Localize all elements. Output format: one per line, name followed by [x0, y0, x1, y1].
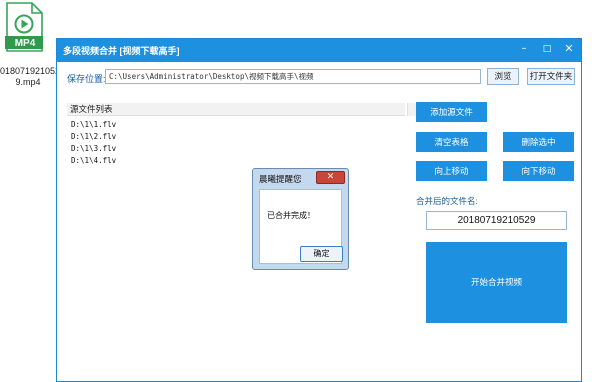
list-item[interactable]: D:\1\1.flv — [71, 119, 116, 130]
browse-button[interactable]: 浏览 — [487, 68, 519, 85]
list-item[interactable]: D:\1\4.flv — [71, 155, 116, 166]
message-dialog: 晨曦提醒您 ✕ 已合并完成！ 确定 — [252, 168, 349, 270]
list-header: 源文件列表 — [67, 103, 405, 116]
move-down-button[interactable]: 向下移动 — [503, 161, 574, 181]
dialog-body: 已合并完成！ 确定 — [259, 189, 343, 264]
merged-filename-input[interactable]: 20180719210529 — [426, 211, 567, 230]
open-folder-button[interactable]: 打开文件夹 — [527, 68, 575, 85]
maximize-button[interactable]: □ — [540, 42, 554, 56]
delete-selected-button[interactable]: 删除选中 — [503, 132, 574, 152]
save-path-input[interactable]: C:\Users\Administrator\Desktop\视频下载高手\视频 — [105, 69, 481, 84]
minimize-button[interactable]: – — [517, 42, 531, 56]
add-source-button[interactable]: 添加源文件 — [416, 102, 487, 122]
file-badge: MP4 — [14, 38, 36, 49]
list-item[interactable]: D:\1\3.flv — [71, 143, 116, 154]
dialog-title: 晨曦提醒您 — [259, 174, 302, 184]
window-title: 多段视频合并 [视频下载高手] — [63, 46, 180, 56]
save-location-label: 保存位置: — [67, 74, 106, 84]
list-item[interactable]: D:\1\2.flv — [71, 131, 116, 142]
dialog-ok-button[interactable]: 确定 — [300, 246, 343, 262]
clear-table-button[interactable]: 清空表格 — [416, 132, 487, 152]
dialog-message: 已合并完成！ — [267, 211, 315, 220]
merged-filename-label: 合并后的文件名: — [416, 196, 478, 206]
start-merge-button[interactable]: 开始合并视频 — [426, 242, 567, 323]
move-up-button[interactable]: 向上移动 — [416, 161, 487, 181]
dialog-close-button[interactable]: ✕ — [316, 171, 345, 184]
close-button[interactable]: ✕ — [562, 42, 576, 56]
file-name-label: 018071921052 9.mp4 — [0, 66, 61, 87]
title-bar[interactable]: 多段视频合并 [视频下载高手] – □ ✕ — [57, 39, 581, 62]
desktop-file-icon[interactable]: MP4 018071921052 9.mp4 — [0, 0, 61, 92]
